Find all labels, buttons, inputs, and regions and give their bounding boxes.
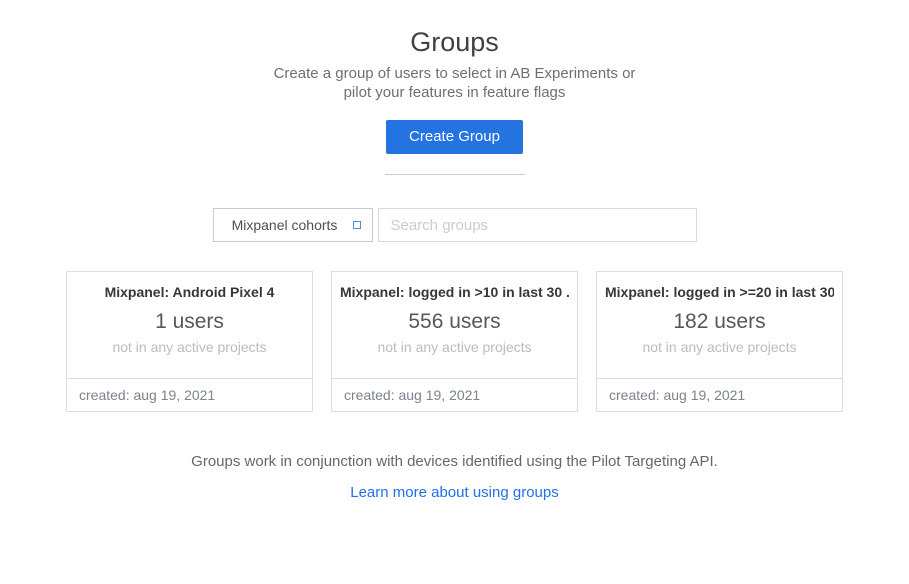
- filter-row: Mixpanel cohorts: [0, 208, 909, 242]
- page-subtitle: Create a group of users to select in AB …: [0, 64, 909, 102]
- square-outline-icon: [353, 221, 361, 229]
- learn-more-container: Learn more about using groups: [0, 484, 909, 502]
- page-subtitle-line2: pilot your features in feature flags: [0, 83, 909, 102]
- group-cards-row: Mixpanel: Android Pixel 4 1 users not in…: [0, 271, 909, 412]
- group-card-created: created: aug 19, 2021: [332, 378, 577, 411]
- header-divider: [385, 174, 525, 175]
- groups-info-text: Groups work in conjunction with devices …: [0, 452, 909, 471]
- groups-page: Groups Create a group of users to select…: [0, 26, 909, 584]
- group-card-users-count: 182 users: [605, 310, 834, 334]
- group-card-users-count: 1 users: [75, 310, 304, 334]
- learn-more-link[interactable]: Learn more about using groups: [350, 484, 558, 501]
- group-card-created: created: aug 19, 2021: [597, 378, 842, 411]
- group-card-body: Mixpanel: Android Pixel 4 1 users not in…: [67, 272, 312, 378]
- group-card-status: not in any active projects: [75, 339, 304, 356]
- group-card-title: Mixpanel: Android Pixel 4: [75, 283, 304, 301]
- group-card-body: Mixpanel: logged in >=20 in last 30... 1…: [597, 272, 842, 378]
- cohort-source-dropdown[interactable]: Mixpanel cohorts: [213, 208, 373, 242]
- page-subtitle-line1: Create a group of users to select in AB …: [0, 64, 909, 83]
- group-card-users-count: 556 users: [340, 310, 569, 334]
- group-card-created: created: aug 19, 2021: [67, 378, 312, 411]
- group-card-body: Mixpanel: logged in >10 in last 30 ... 5…: [332, 272, 577, 378]
- group-card-title: Mixpanel: logged in >10 in last 30 ...: [340, 283, 569, 301]
- create-button-container: Create Group: [0, 120, 909, 154]
- group-card-status: not in any active projects: [605, 339, 834, 356]
- cohort-dropdown-label: Mixpanel cohorts: [232, 217, 338, 233]
- group-card[interactable]: Mixpanel: logged in >=20 in last 30... 1…: [596, 271, 843, 412]
- group-card-status: not in any active projects: [340, 339, 569, 356]
- group-card[interactable]: Mixpanel: Android Pixel 4 1 users not in…: [66, 271, 313, 412]
- group-card[interactable]: Mixpanel: logged in >10 in last 30 ... 5…: [331, 271, 578, 412]
- search-groups-input[interactable]: [378, 208, 697, 242]
- create-group-button[interactable]: Create Group: [386, 120, 523, 154]
- page-title: Groups: [0, 26, 909, 58]
- group-card-title: Mixpanel: logged in >=20 in last 30...: [605, 283, 834, 301]
